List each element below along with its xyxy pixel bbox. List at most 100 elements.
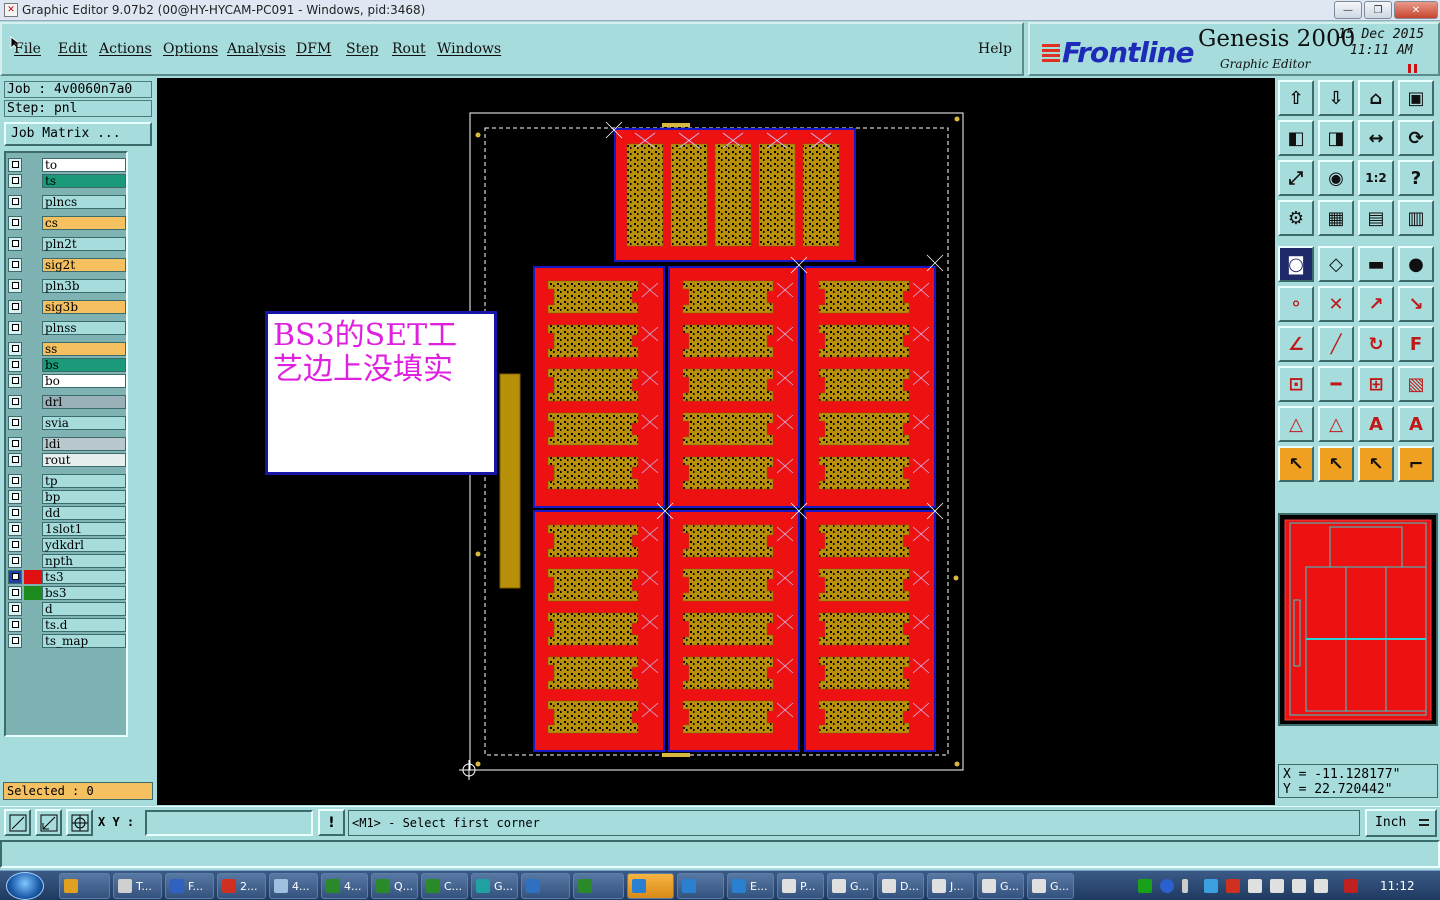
taskbar-item[interactable]: D... bbox=[877, 873, 924, 899]
help-tray-icon[interactable] bbox=[1160, 879, 1174, 893]
taskbar-item[interactable]: C... bbox=[421, 873, 468, 899]
layer-checkbox[interactable] bbox=[8, 257, 22, 272]
menu-edit[interactable]: Edit bbox=[58, 41, 87, 57]
layer-checkbox[interactable] bbox=[8, 521, 22, 536]
layer-checkbox[interactable] bbox=[8, 436, 22, 451]
layer-row-svia[interactable]: svia bbox=[8, 415, 126, 430]
layer-checkbox[interactable] bbox=[8, 236, 22, 251]
taskbar-item[interactable]: E... bbox=[727, 873, 774, 899]
tray-app-icon[interactable] bbox=[1226, 879, 1240, 893]
menu-rout[interactable]: Rout bbox=[392, 41, 426, 57]
layer-name[interactable]: sig3b bbox=[42, 299, 126, 314]
close-button[interactable]: ✕ bbox=[1394, 1, 1438, 19]
grid-button[interactable]: ▦ bbox=[1318, 200, 1354, 236]
layer-name[interactable]: 1slot1 bbox=[42, 521, 126, 536]
restore-button[interactable]: ❐ bbox=[1364, 1, 1392, 19]
layer-name[interactable]: d bbox=[42, 601, 126, 616]
layer-checkbox[interactable] bbox=[8, 569, 22, 584]
layer-row-to[interactable]: to bbox=[8, 157, 126, 172]
layer-row-ldi[interactable]: ldi bbox=[8, 436, 126, 451]
layer-checkbox[interactable] bbox=[8, 553, 22, 568]
layer-checkbox[interactable] bbox=[8, 489, 22, 504]
taskbar-item[interactable]: 2... bbox=[217, 873, 266, 899]
graphic-canvas[interactable]: BS3的SET工 艺边上没填实 bbox=[157, 78, 1275, 805]
layer-name[interactable]: drl bbox=[42, 394, 126, 409]
zoom-1to2-button[interactable]: 1:2 bbox=[1358, 160, 1394, 196]
snap-button[interactable]: ⟳ bbox=[1398, 120, 1434, 156]
point-move-button[interactable]: ↘ bbox=[1398, 286, 1434, 322]
triangle-up-button[interactable]: A bbox=[1358, 406, 1394, 442]
layer-row-bo[interactable]: bo bbox=[8, 373, 126, 388]
tools-button[interactable]: ⚙ bbox=[1278, 200, 1314, 236]
layer-row-rout[interactable]: rout bbox=[8, 452, 126, 467]
flag-icon[interactable] bbox=[1292, 879, 1306, 893]
layer-checkbox[interactable] bbox=[8, 473, 22, 488]
taskbar-item[interactable] bbox=[677, 873, 724, 899]
layer-row-ydkdrl[interactable]: ydkdrl bbox=[8, 537, 126, 552]
layer-row-npth[interactable]: npth bbox=[8, 553, 126, 568]
start-button[interactable] bbox=[6, 872, 44, 900]
zoom-diagonal-button[interactable] bbox=[35, 809, 62, 836]
warning-button[interactable]: ! bbox=[318, 809, 345, 836]
menu-options[interactable]: Options bbox=[163, 41, 218, 57]
angle-button[interactable]: ∠ bbox=[1278, 326, 1314, 362]
triangle-arrow-button[interactable]: △ bbox=[1318, 406, 1354, 442]
help-button[interactable]: ? bbox=[1398, 160, 1434, 196]
layer-name[interactable]: pln3b bbox=[42, 278, 126, 293]
home-button[interactable]: ⌂ bbox=[1358, 80, 1394, 116]
taskbar-item[interactable]: G... bbox=[1027, 873, 1074, 899]
volume-icon[interactable] bbox=[1314, 879, 1328, 893]
taskbar-item[interactable]: T... bbox=[113, 873, 162, 899]
select-poly-button[interactable]: ⌐ bbox=[1398, 446, 1434, 482]
measure-box-button[interactable]: ⊞ bbox=[1358, 366, 1394, 402]
layer-checkbox[interactable] bbox=[8, 394, 22, 409]
layer-row-tp[interactable]: tp bbox=[8, 473, 126, 488]
layer-name[interactable]: npth bbox=[42, 553, 126, 568]
layer-name[interactable]: bo bbox=[42, 373, 126, 388]
layer-name[interactable]: tp bbox=[42, 473, 126, 488]
layer-row-ts3[interactable]: ts3 bbox=[8, 569, 126, 584]
layer-row-sig3b[interactable]: sig3b bbox=[8, 299, 126, 314]
layer-name[interactable]: ts_map bbox=[42, 633, 126, 648]
layer-row-bp[interactable]: bp bbox=[8, 489, 126, 504]
taskbar-item[interactable]: F... bbox=[165, 873, 214, 899]
layer-checkbox[interactable] bbox=[8, 452, 22, 467]
layer-checkbox[interactable] bbox=[8, 373, 22, 388]
layer-name[interactable]: ts.d bbox=[42, 617, 126, 632]
layer-name[interactable]: bs bbox=[42, 357, 126, 372]
layer-row-bs[interactable]: bs bbox=[8, 357, 126, 372]
layer-name[interactable]: sig2t bbox=[42, 257, 126, 272]
layer-checkbox[interactable] bbox=[8, 299, 22, 314]
minimize-button[interactable]: — bbox=[1334, 1, 1362, 19]
layer-copy-button[interactable]: ▧ bbox=[1398, 366, 1434, 402]
layer-row-1slot1[interactable]: 1slot1 bbox=[8, 521, 126, 536]
line-node-button[interactable]: ↗ bbox=[1358, 286, 1394, 322]
layer-name[interactable]: ydkdrl bbox=[42, 537, 126, 552]
layer-name[interactable]: bs3 bbox=[42, 585, 126, 600]
layer-row-plnss[interactable]: plnss bbox=[8, 320, 126, 335]
layer-checkbox[interactable] bbox=[8, 505, 22, 520]
menu-dfm[interactable]: DFM bbox=[296, 41, 331, 57]
menu-actions[interactable]: Actions bbox=[99, 41, 152, 57]
node-connect-button[interactable]: ⚬ bbox=[1278, 286, 1314, 322]
layer-name[interactable]: ts3 bbox=[42, 569, 126, 584]
taskbar-item[interactable] bbox=[521, 873, 570, 899]
select-arrow-button[interactable]: ↖ bbox=[1278, 446, 1314, 482]
zoom-center-button[interactable]: ◉ bbox=[1318, 160, 1354, 196]
triangle-right-button[interactable]: A bbox=[1398, 406, 1434, 442]
menu-step[interactable]: Step bbox=[346, 41, 378, 57]
line-draw-button[interactable]: ╱ bbox=[1318, 326, 1354, 362]
pan-right-button[interactable]: ◨ bbox=[1318, 120, 1354, 156]
zoom-corner-button[interactable] bbox=[4, 809, 31, 836]
layer-checkbox[interactable] bbox=[8, 537, 22, 552]
layer-row-dd[interactable]: dd bbox=[8, 505, 126, 520]
tray-expand-icon[interactable] bbox=[1182, 879, 1188, 893]
minus-line-button[interactable]: ━ bbox=[1318, 366, 1354, 402]
layer-checkbox[interactable] bbox=[8, 601, 22, 616]
taskbar-clock[interactable]: 11:12 bbox=[1380, 879, 1415, 893]
taskbar-item[interactable]: J... bbox=[927, 873, 974, 899]
taskbar-item[interactable]: Q... bbox=[371, 873, 418, 899]
layer-checkbox[interactable] bbox=[8, 617, 22, 632]
layer-row-pln2t[interactable]: pln2t bbox=[8, 236, 126, 251]
layer-checkbox[interactable] bbox=[8, 341, 22, 356]
